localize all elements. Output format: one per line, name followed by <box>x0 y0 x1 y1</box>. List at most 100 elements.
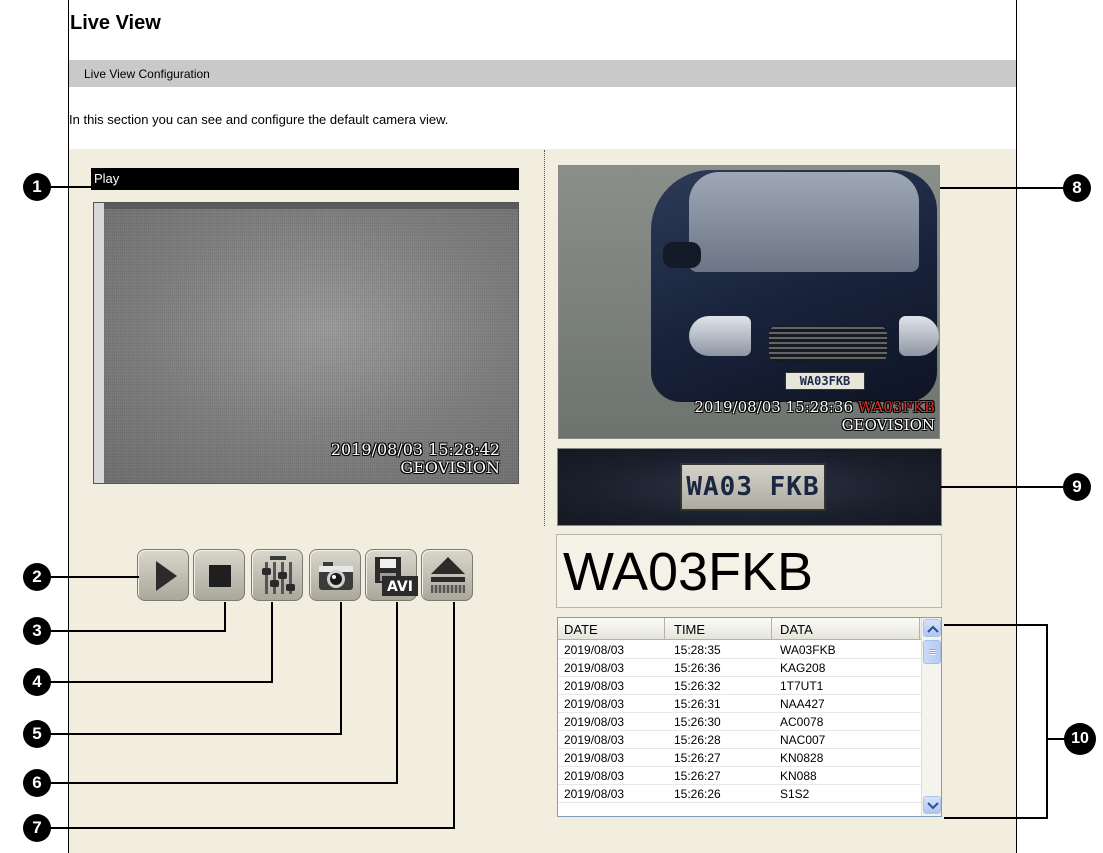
callout-5-leader-v <box>340 602 342 735</box>
header-separator[interactable] <box>664 618 665 640</box>
cell-data: AC0078 <box>780 715 824 729</box>
callout-7-leader <box>40 827 455 829</box>
header-data[interactable]: DATA <box>780 622 813 637</box>
video-osd: 2019/08/03 15:28:42 GEOVISION <box>331 441 500 477</box>
table-row[interactable]: 2019/08/03 15:26:36 KAG208 <box>558 659 921 677</box>
header-separator[interactable] <box>919 618 920 640</box>
cell-time: 15:26:36 <box>674 661 721 675</box>
cell-date: 2019/08/03 <box>564 715 625 729</box>
callout-7: 7 <box>23 814 51 842</box>
cell-time: 15:26:30 <box>674 715 721 729</box>
play-button[interactable] <box>137 549 189 601</box>
cell-time: 15:26:27 <box>674 751 721 765</box>
vehicle-mirror <box>663 242 701 268</box>
eject-button[interactable] <box>421 549 473 601</box>
stop-icon <box>209 565 231 587</box>
callout-1: 1 <box>23 173 51 201</box>
cell-data: NAA427 <box>780 697 825 711</box>
video-status-label: Play <box>94 171 120 186</box>
callout-4-leader-v <box>271 602 273 683</box>
live-video-view[interactable]: 2019/08/03 15:28:42 GEOVISION <box>93 202 519 484</box>
page-title: Live View <box>70 12 161 34</box>
chevron-up-icon <box>927 625 939 633</box>
table-row[interactable]: 2019/08/03 15:26:32 1T7UT1 <box>558 677 921 695</box>
sliders-icon <box>262 556 295 594</box>
panel-divider <box>544 150 545 526</box>
stop-button[interactable] <box>193 549 245 601</box>
scroll-thumb[interactable] <box>923 640 941 664</box>
plate-crop-text: WA03 FKB <box>680 463 826 511</box>
log-rows: 2019/08/03 15:28:35 WA03FKB 2019/08/03 15:2… <box>558 641 921 803</box>
cell-date: 2019/08/03 <box>564 643 625 657</box>
header-time[interactable]: TIME <box>674 622 705 637</box>
callout-5: 5 <box>23 720 51 748</box>
cell-data: NAC007 <box>780 733 826 747</box>
table-row[interactable]: 2019/08/03 15:26:26 S1S2 <box>558 785 921 803</box>
plate-crop-image: WA03 FKB <box>557 448 942 526</box>
captured-vehicle-image: WA03FKB 2019/08/03 15:28:36 WA03FKB GEOV… <box>558 165 940 439</box>
callout-9: 9 <box>1063 473 1091 501</box>
table-row[interactable]: 2019/08/03 15:26:31 NAA427 <box>558 695 921 713</box>
table-row[interactable]: 2019/08/03 15:26:28 NAC007 <box>558 731 921 749</box>
callout-2: 2 <box>23 563 51 591</box>
cell-date: 2019/08/03 <box>564 697 625 711</box>
save-avi-icon: AVI <box>375 557 418 596</box>
vehicle-grille <box>769 326 887 362</box>
callout-3: 3 <box>23 617 51 645</box>
svg-text:AVI: AVI <box>387 579 413 595</box>
video-brand: GEOVISION <box>400 458 500 477</box>
video-left-edge <box>94 203 104 483</box>
cell-time: 15:26:27 <box>674 769 721 783</box>
cell-data: KN0828 <box>780 751 824 765</box>
cell-time: 15:26:32 <box>674 679 721 693</box>
capture-osd: 2019/08/03 15:28:36 WA03FKB GEOVISION <box>694 398 935 434</box>
settings-button[interactable] <box>251 549 303 601</box>
cell-time: 15:26:31 <box>674 697 721 711</box>
cell-date: 2019/08/03 <box>564 679 625 693</box>
chevron-down-icon <box>927 802 939 810</box>
video-top-strip <box>94 203 518 209</box>
cell-data: WA03FKB <box>780 643 836 657</box>
table-row[interactable]: 2019/08/03 15:26:27 KN0828 <box>558 749 921 767</box>
cell-time: 15:28:35 <box>674 643 721 657</box>
frame-border-right <box>1016 0 1017 853</box>
cell-time: 15:26:28 <box>674 733 721 747</box>
scroll-down-button[interactable] <box>923 796 941 814</box>
camera-icon <box>319 562 353 590</box>
vehicle-plate: WA03FKB <box>785 372 865 390</box>
video-status-bar: Play <box>91 168 519 190</box>
cell-data: S1S2 <box>780 787 810 801</box>
vehicle-windshield <box>689 172 919 272</box>
recognized-plate-text: WA03FKB <box>556 534 942 608</box>
snapshot-button[interactable] <box>309 549 361 601</box>
eject-icon <box>431 557 465 593</box>
table-row[interactable]: 2019/08/03 15:28:35 WA03FKB <box>558 641 921 659</box>
play-icon <box>156 561 177 591</box>
capture-osd-line1: 2019/08/03 15:28:36 WA03FKB <box>694 398 935 416</box>
callout-10-leader-v <box>1046 624 1048 819</box>
intro-text: In this section you can see and configur… <box>69 112 449 127</box>
callout-10-leader-bottom <box>944 817 1048 819</box>
log-table-header: DATE TIME DATA <box>558 618 921 640</box>
capture-plate-overlay: WA03FKB <box>857 398 935 416</box>
callout-6-leader <box>40 782 398 784</box>
callout-8: 8 <box>1063 174 1091 202</box>
callout-6: 6 <box>23 769 51 797</box>
cell-time: 15:26:26 <box>674 787 721 801</box>
cell-data: KN088 <box>780 769 817 783</box>
record-avi-button[interactable]: AVI <box>365 549 418 601</box>
recognition-log-table[interactable]: DATE TIME DATA 2019/08/03 15:28:35 WA03FKB… <box>557 617 942 817</box>
callout-3-leader-v <box>224 602 226 632</box>
cell-data: 1T7UT1 <box>780 679 824 693</box>
header-date[interactable]: DATE <box>564 622 598 637</box>
scroll-up-button[interactable] <box>923 619 941 637</box>
callout-5-leader <box>40 733 342 735</box>
callout-9-leader <box>940 486 1070 488</box>
cell-date: 2019/08/03 <box>564 751 625 765</box>
capture-timestamp: 2019/08/03 15:28:36 <box>694 398 853 416</box>
table-row[interactable]: 2019/08/03 15:26:27 KN088 <box>558 767 921 785</box>
vertical-scrollbar[interactable] <box>921 618 941 816</box>
callout-2-leader <box>40 576 139 578</box>
header-separator[interactable] <box>771 618 772 640</box>
table-row[interactable]: 2019/08/03 15:26:30 AC0078 <box>558 713 921 731</box>
